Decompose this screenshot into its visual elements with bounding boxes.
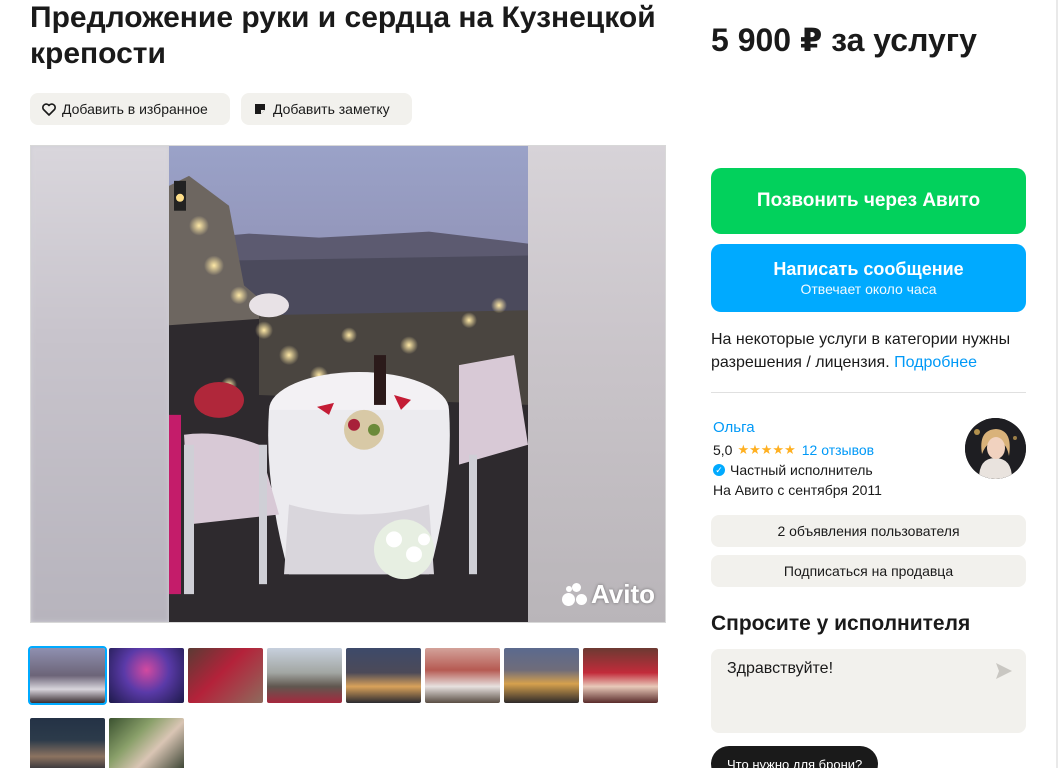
call-via-avito-button[interactable]: Позвонить через Авито <box>711 168 1026 234</box>
heart-icon <box>42 102 56 116</box>
scrollbar-track <box>1056 0 1058 768</box>
seller-listings-button[interactable]: 2 объявления пользователя <box>711 515 1026 547</box>
seller-avatar[interactable] <box>965 418 1026 479</box>
ask-message-input[interactable] <box>727 660 977 678</box>
add-note-button[interactable]: Добавить заметку <box>241 93 412 125</box>
thumbnail-8[interactable] <box>583 648 658 703</box>
verified-icon: ✓ <box>713 464 725 476</box>
star-rating-icons: ★★★★★ <box>737 442 796 457</box>
thumbnail-5[interactable] <box>346 648 421 703</box>
rating-value: 5,0 <box>713 442 733 458</box>
subscribe-seller-button[interactable]: Подписаться на продавца <box>711 555 1026 587</box>
add-to-favorites-button[interactable]: Добавить в избранное <box>30 93 230 125</box>
note-icon <box>253 102 267 116</box>
seller-type-label: Частный исполнитель <box>730 462 873 478</box>
response-time-label: Отвечает около часа <box>800 281 937 297</box>
write-message-label: Написать сообщение <box>773 259 964 279</box>
ask-seller-title: Спросите у исполнителя <box>711 612 971 635</box>
quick-question-chip[interactable]: Что нужно для брони? <box>711 746 879 768</box>
seller-since: На Авито с сентября 2011 <box>713 482 882 498</box>
listing-price: 5 900 ₽ за услугу <box>711 22 977 58</box>
photo-blur-left <box>31 146 169 622</box>
thumbnail-9[interactable] <box>30 718 105 768</box>
thumbnail-1[interactable] <box>28 646 107 705</box>
thumbnail-10[interactable] <box>109 718 184 768</box>
thumbnail-6[interactable] <box>425 648 500 703</box>
send-icon[interactable] <box>994 661 1014 681</box>
avito-watermark: Avito <box>561 579 655 610</box>
seller-type: ✓ Частный исполнитель <box>713 462 873 478</box>
thumbnail-2[interactable] <box>109 648 184 703</box>
thumbnail-3[interactable] <box>188 648 263 703</box>
add-note-label: Добавить заметку <box>273 101 390 117</box>
watermark-text: Avito <box>590 579 655 609</box>
seller-rating: 5,0 ★★★★★ 12 отзывов <box>713 442 874 458</box>
photo-blur-right <box>526 146 665 622</box>
listing-title: Предложение руки и сердца на Кузнецкой к… <box>30 1 656 70</box>
main-photo-image <box>169 146 528 622</box>
reviews-link[interactable]: 12 отзывов <box>802 442 874 458</box>
avito-logo-icon <box>561 582 588 607</box>
thumbnail-7[interactable] <box>504 648 579 703</box>
main-photo[interactable]: Avito <box>30 145 666 623</box>
divider <box>711 392 1026 393</box>
license-more-link[interactable]: Подробнее <box>894 354 977 371</box>
add-to-favorites-label: Добавить в избранное <box>62 101 208 117</box>
license-notice: На некоторые услуги в категории нужны ра… <box>711 328 1031 374</box>
write-message-button[interactable]: Написать сообщение Отвечает около часа <box>711 244 1026 312</box>
thumbnail-4[interactable] <box>267 648 342 703</box>
ask-message-box <box>711 649 1026 733</box>
seller-name-link[interactable]: Ольга <box>713 419 755 436</box>
